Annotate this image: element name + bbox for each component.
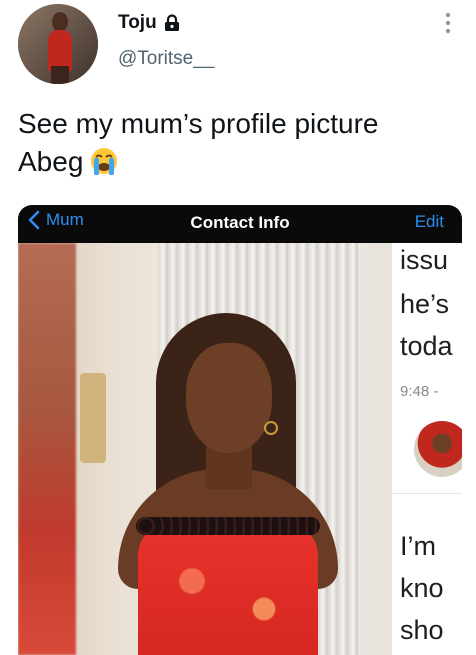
photo-red-corset [138,525,318,655]
tweet-media-image[interactable]: Mum Contact Info Edit issu he’s toda 9:4… [18,205,462,655]
chat-preview-strip: issu he’s toda 9:48 - I’m kno sho [392,243,462,655]
tweet-text-line-1: See my mum’s profile picture [18,108,379,139]
chat-avatar [414,421,462,477]
chat-line-6: sho [400,615,444,645]
avatar-figure-legs [51,66,69,84]
nav-title: Contact Info [190,213,290,232]
lock-icon [163,14,181,32]
profile-avatar[interactable] [18,4,98,84]
photo-earring [264,421,278,435]
chat-line-2: he’s [400,289,450,319]
contact-info-navbar: Mum Contact Info Edit [18,205,462,243]
loudly-crying-face-icon [89,146,119,176]
chat-timestamp: 9:48 - [400,383,439,400]
photo-lamp [80,373,106,463]
user-handle[interactable]: @Toritse__ [118,48,214,70]
chat-line-5: kno [400,573,444,603]
chat-line-1: issu [400,245,449,275]
author-name-row[interactable]: Toju [118,12,181,34]
tweet-text: See my mum’s profile picture Abeg [18,105,458,181]
edit-button[interactable]: Edit [415,212,444,232]
tweet-text-abeg: Abeg [18,146,84,177]
photo-corset-ruffle [136,517,320,535]
avatar-figure-head [52,12,68,32]
chat-line-3: toda [400,331,453,361]
display-name[interactable]: Toju [118,12,157,34]
tweet-text-line-2: Abeg [18,143,458,181]
photo-blurred-edge [18,243,76,655]
chat-line-4: I’m [400,531,436,561]
photo-face [186,343,272,453]
chat-divider [392,493,462,494]
contact-profile-photo [18,243,392,655]
more-vertical-icon[interactable] [444,10,452,36]
